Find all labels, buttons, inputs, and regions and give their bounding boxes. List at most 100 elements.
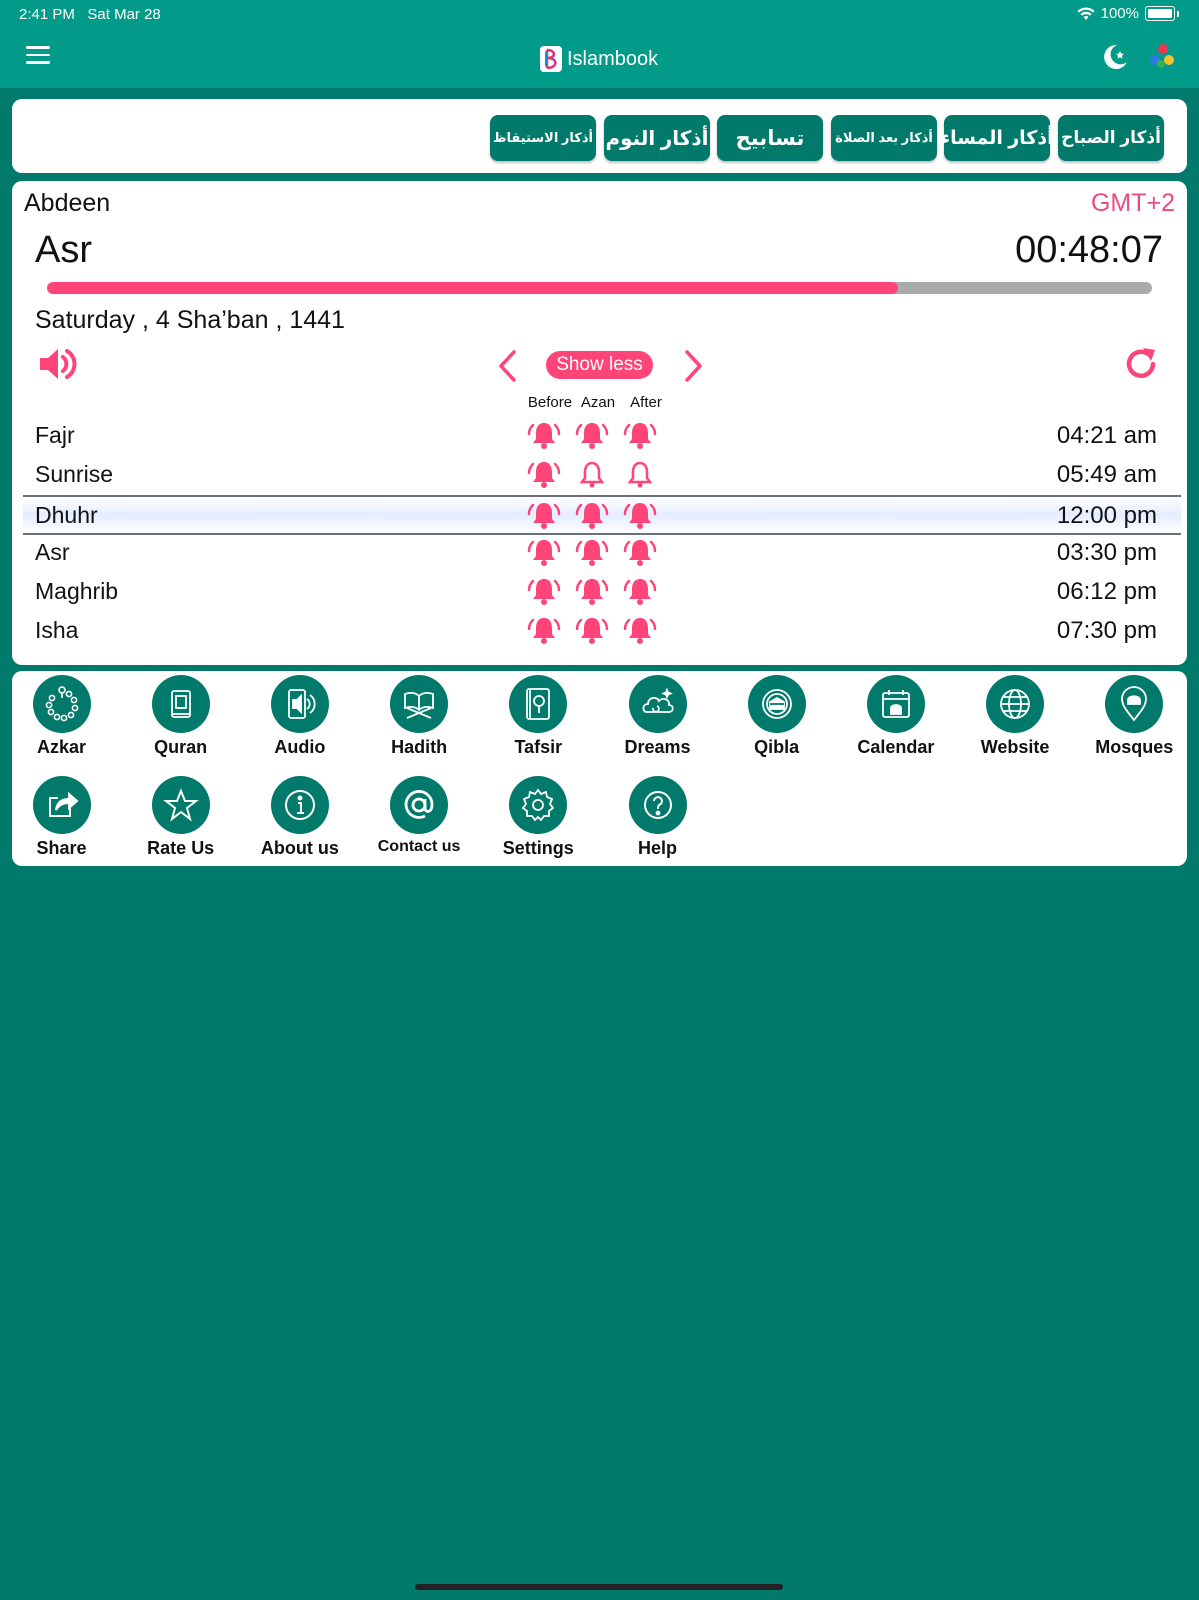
bell-ringing-icon[interactable] xyxy=(527,500,561,537)
bell-ringing-icon[interactable] xyxy=(527,420,561,457)
bell-ringing-icon[interactable] xyxy=(575,615,609,652)
prayer-countdown: 00:48:07 xyxy=(1015,229,1163,271)
refresh-icon[interactable] xyxy=(1122,345,1160,383)
prayer-row-dhuhr: Dhuhr 12:00 pm xyxy=(23,495,1181,535)
status-time: 2:41 PM Sat Mar 28 xyxy=(19,6,161,23)
wifi-icon xyxy=(1077,6,1095,20)
bell-off-icon[interactable] xyxy=(575,459,609,496)
menu-label: Qibla xyxy=(754,737,800,757)
menu-dreams[interactable]: Dreams xyxy=(598,675,717,758)
menu-share[interactable]: Share xyxy=(2,776,121,859)
next-day-arrow-icon[interactable] xyxy=(683,349,705,383)
menu-rate-us[interactable]: Rate Us xyxy=(121,776,240,859)
bell-ringing-icon[interactable] xyxy=(623,537,657,574)
dream-cloud-icon xyxy=(628,675,687,733)
prayer-name: Asr xyxy=(35,539,70,565)
prayer-time: 05:49 am xyxy=(1056,461,1157,488)
bell-ringing-icon[interactable] xyxy=(623,615,657,652)
timezone-label: GMT+2 xyxy=(1090,189,1175,217)
show-less-button[interactable]: Show less xyxy=(546,351,653,379)
prayer-time: 03:30 pm xyxy=(1056,539,1157,566)
menu-qibla[interactable]: Qibla xyxy=(717,675,836,758)
bell-ringing-icon[interactable] xyxy=(575,420,609,457)
menu-help[interactable]: Help xyxy=(598,776,717,859)
bell-off-icon[interactable] xyxy=(623,459,657,496)
nav-bar: Islambook xyxy=(0,30,1199,88)
menu-settings[interactable]: Settings xyxy=(479,776,598,859)
bell-ringing-icon[interactable] xyxy=(527,459,561,496)
audio-speaker-icon xyxy=(270,675,329,733)
menu-label: Dreams xyxy=(624,737,691,757)
tasabeeh-button[interactable]: تسابيح xyxy=(717,115,823,161)
menu-icon[interactable] xyxy=(26,46,50,66)
mosque-pin-icon xyxy=(1105,675,1164,733)
bell-ringing-icon[interactable] xyxy=(575,576,609,613)
azkar-after-prayer-button[interactable]: أذكار بعد الصلاة xyxy=(831,115,937,161)
bell-ringing-icon[interactable] xyxy=(575,500,609,537)
menu-azkar[interactable]: Azkar xyxy=(2,675,121,758)
menu-mosques[interactable]: Mosques xyxy=(1075,675,1194,758)
gear-icon xyxy=(509,776,568,834)
prayer-time: 06:12 pm xyxy=(1056,578,1157,605)
menu-website[interactable]: Website xyxy=(956,675,1075,758)
menu-label: Azkar xyxy=(36,737,87,757)
menu-label: About us xyxy=(260,838,339,858)
globe-icon xyxy=(986,675,1045,733)
azkar-waking-button[interactable]: أذكار الاستيقاظ xyxy=(490,115,596,161)
azkar-morning-button[interactable]: أذكار الصباح xyxy=(1058,115,1164,161)
bell-ringing-icon[interactable] xyxy=(527,576,561,613)
menu-calendar[interactable]: Calendar xyxy=(836,675,955,758)
menu-label: Website xyxy=(980,737,1050,757)
menu-label: Tafsir xyxy=(514,737,563,757)
menu-label: Settings xyxy=(502,838,574,858)
prayer-time: 12:00 pm xyxy=(1056,502,1157,529)
menu-label: Audio xyxy=(274,737,326,757)
bell-ringing-icon[interactable] xyxy=(527,615,561,652)
speaker-icon[interactable] xyxy=(38,346,78,382)
bell-ringing-icon[interactable] xyxy=(575,537,609,574)
prayer-name: Maghrib xyxy=(35,578,119,604)
prayer-progress-fill xyxy=(47,282,898,294)
info-icon xyxy=(270,776,329,834)
column-after: After xyxy=(630,394,662,411)
prayer-row-sunrise: Sunrise 05:49 am xyxy=(23,456,1181,494)
quran-book-icon xyxy=(151,675,210,733)
help-icon xyxy=(628,776,687,834)
bell-ringing-icon[interactable] xyxy=(623,576,657,613)
azkar-sleep-button[interactable]: أذكار النوم xyxy=(604,115,710,161)
star-icon xyxy=(151,776,210,834)
previous-day-arrow-icon[interactable] xyxy=(496,349,518,383)
menu-label: Rate Us xyxy=(147,838,215,858)
prayer-row-maghrib: Maghrib 06:12 pm xyxy=(23,573,1181,611)
city-label[interactable]: Abdeen xyxy=(24,189,110,218)
bell-ringing-icon[interactable] xyxy=(623,500,657,537)
theme-colors-icon[interactable] xyxy=(1150,44,1176,70)
battery-percent: 100% xyxy=(1100,5,1139,22)
bell-ringing-icon[interactable] xyxy=(527,537,561,574)
prayer-progress-bar xyxy=(47,282,1152,294)
menu-hadith[interactable]: Hadith xyxy=(360,675,479,758)
menu-quran[interactable]: Quran xyxy=(121,675,240,758)
prayer-name: Isha xyxy=(35,617,79,643)
menu-label: Hadith xyxy=(391,737,448,757)
menu-contact-us[interactable]: Contact us xyxy=(360,776,479,856)
at-sign-icon xyxy=(390,776,449,834)
prayer-beads-icon xyxy=(32,675,91,733)
prayer-row-fajr: Fajr 04:21 am xyxy=(23,417,1181,455)
menu-label: Mosques xyxy=(1095,737,1174,757)
prayer-row-isha: Isha 07:30 pm xyxy=(23,612,1181,650)
menu-tafsir[interactable]: Tafsir xyxy=(479,675,598,758)
azkar-evening-button[interactable]: أذكار المساء xyxy=(940,115,1054,161)
prayer-times-card: Abdeen GMT+2 Asr 00:48:07 Saturday , 4 S… xyxy=(12,181,1187,665)
menu-label: Help xyxy=(637,838,677,858)
open-book-stand-icon xyxy=(390,675,449,733)
bell-ringing-icon[interactable] xyxy=(623,420,657,457)
prayer-name: Dhuhr xyxy=(35,502,98,528)
menu-audio[interactable]: Audio xyxy=(240,675,359,758)
menu-label: Calendar xyxy=(857,737,935,757)
prayer-name: Sunrise xyxy=(35,461,113,487)
crescent-moon-icon[interactable] xyxy=(1100,42,1130,72)
menu-about-us[interactable]: About us xyxy=(240,776,359,859)
status-indicators: 100% xyxy=(1077,5,1179,22)
status-bar: 2:41 PM Sat Mar 28 100% xyxy=(0,0,1199,30)
